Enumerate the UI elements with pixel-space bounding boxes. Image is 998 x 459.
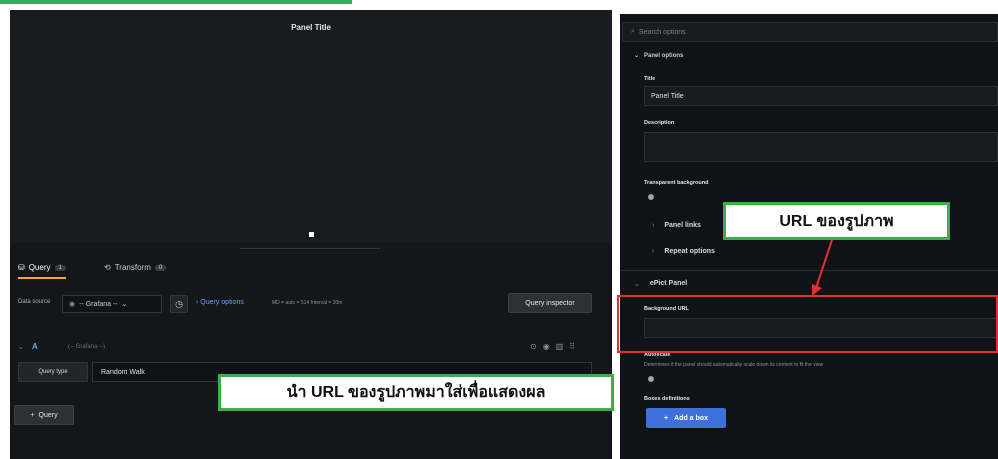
eye-icon[interactable]: ◉ (543, 342, 556, 351)
query-history-button[interactable]: ◷ (170, 295, 188, 313)
search-icon: ⌕ (631, 28, 635, 35)
panel-options-label: Panel options (644, 53, 684, 59)
clock-icon: ◷ (175, 298, 183, 309)
query-type-label: Query type (18, 362, 88, 382)
datasource-icon: ◉ (69, 301, 76, 308)
panel-links-section[interactable]: › Panel links (652, 222, 701, 229)
help-icon[interactable]: ⊙ (530, 342, 543, 351)
plus-icon: + (664, 414, 669, 422)
top-accent-bar (0, 0, 352, 4)
tab-transform-count: 0 (154, 264, 167, 271)
transform-icon: ⟲ (104, 263, 111, 272)
epict-panel-section[interactable]: ⌄ ePict Panel (634, 280, 687, 288)
panel-preview: Panel Title (10, 10, 612, 243)
query-ref-id[interactable]: A (32, 342, 38, 351)
tab-query[interactable]: ⛁ Query 1 (18, 263, 66, 279)
chevron-down-icon: ⌄ (634, 281, 640, 288)
tab-query-label: Query (28, 263, 51, 272)
collapse-chevron-icon[interactable]: ⌄ (18, 343, 24, 351)
arrow-line (815, 233, 835, 289)
panel-links-label: Panel links (664, 222, 701, 229)
add-query-label: Query (38, 411, 58, 419)
annotation-arrow (812, 233, 835, 296)
query-tabs: ⛁ Query 1 ⟲ Transform 0 (10, 260, 612, 280)
annotation-right: URL ของรูปภาพ (723, 202, 950, 240)
options-search[interactable]: ⌕ Search options (622, 22, 998, 42)
epict-panel-label: ePict Panel (649, 280, 688, 287)
panel-options-header[interactable]: ⌄ Panel options (634, 52, 683, 59)
repeat-options-section[interactable]: › Repeat options (652, 248, 715, 255)
datasource-label: Data source (18, 299, 51, 305)
description-input[interactable] (644, 132, 998, 162)
query-options-detail: MD = auto = 514 Interval = 20m (272, 300, 343, 306)
plus-icon: + (30, 411, 35, 419)
autoscale-toggle[interactable] (648, 376, 654, 382)
repeat-options-label: Repeat options (664, 248, 715, 255)
drag-handle-icon[interactable]: ⠿ (569, 342, 581, 351)
pane-resize-handle[interactable] (240, 248, 380, 249)
add-box-label: Add a box (674, 414, 708, 422)
title-label: Title (644, 76, 656, 82)
search-placeholder: Search options (638, 28, 686, 36)
database-icon: ⛁ (18, 263, 25, 272)
chevron-right-icon: › (652, 248, 655, 255)
section-divider (620, 270, 998, 271)
add-box-button[interactable]: + Add a box (646, 408, 726, 428)
panel-title: Panel Title (291, 23, 331, 32)
datasource-select[interactable]: ◉ -- Grafana -- ⌄ (62, 295, 162, 313)
tab-transform[interactable]: ⟲ Transform 0 (104, 263, 167, 272)
query-row-header: ⌄ A (-- Grafana --) ⊙◉▥⠿ (10, 340, 612, 356)
datasource-row: Data source ◉ -- Grafana -- ⌄ ◷ › Query … (10, 293, 612, 315)
query-options-label: Query options (200, 299, 244, 306)
trash-icon[interactable]: ▥ (556, 342, 570, 351)
tab-transform-label: Transform (114, 263, 151, 272)
transparent-background-toggle[interactable] (648, 194, 654, 200)
description-label: Description (644, 120, 675, 126)
autoscale-description: Determines if the panel should automatic… (644, 362, 824, 368)
query-inspector-button[interactable]: Query inspector (508, 293, 592, 313)
boxes-definitions-label: Boxes definitions (644, 396, 690, 402)
panel-content-marker (309, 232, 314, 237)
annotation-left: นำ URL ของรูปภาพมาใส่เพื่อแสดงผล (218, 374, 614, 411)
chevron-right-icon: › (652, 222, 655, 229)
query-options-link[interactable]: › Query options (196, 299, 244, 306)
title-input[interactable]: Panel Title (644, 86, 998, 106)
transparent-background-label: Transparent background (644, 180, 709, 186)
tab-query-count: 1 (54, 264, 66, 271)
background-url-highlight (617, 295, 998, 353)
datasource-value: -- Grafana -- (79, 300, 118, 308)
query-row-actions: ⊙◉▥⠿ (530, 342, 581, 351)
query-datasource-name: (-- Grafana --) (68, 344, 106, 350)
chevron-down-icon: ⌄ (121, 301, 128, 308)
add-query-button[interactable]: + Query (14, 405, 74, 425)
